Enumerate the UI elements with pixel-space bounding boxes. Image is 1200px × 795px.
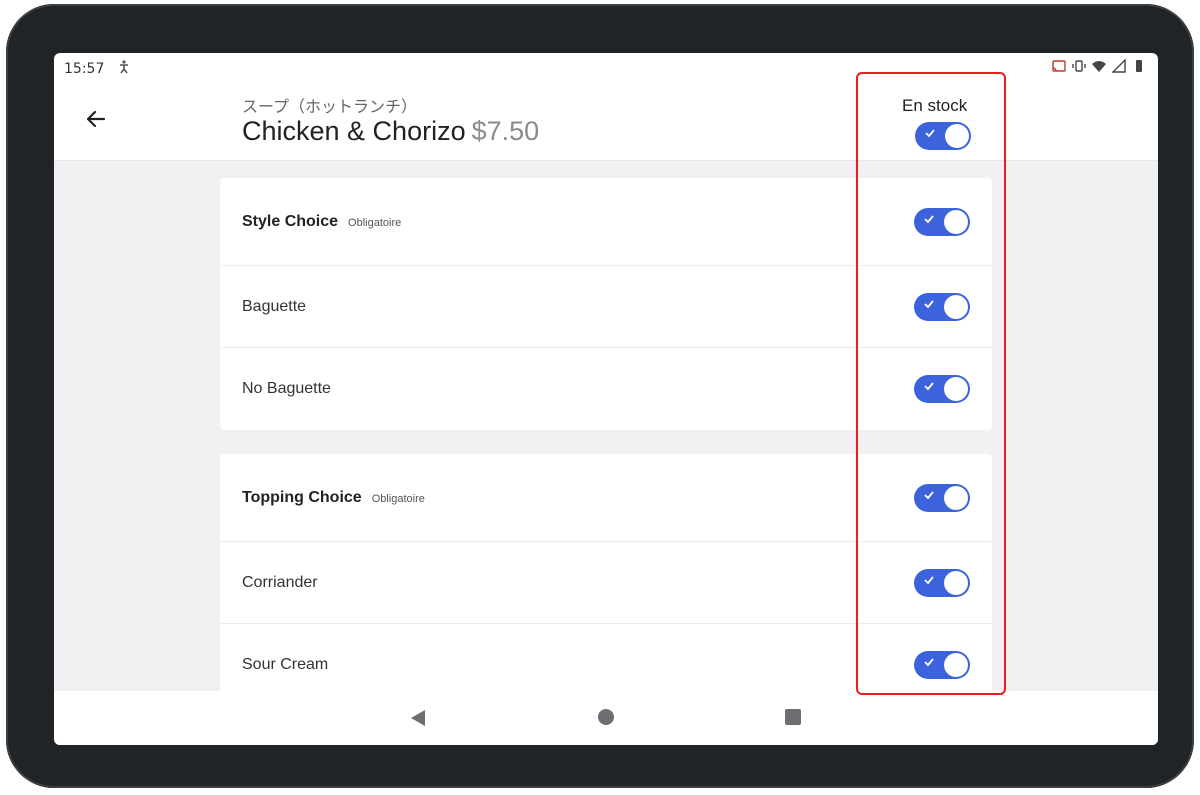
group-name: Style Choice bbox=[242, 212, 339, 230]
signal-icon bbox=[1112, 59, 1126, 73]
wifi-icon bbox=[1092, 61, 1106, 72]
group-title: Topping Choice Obligatoire bbox=[242, 489, 425, 507]
nav-bar bbox=[54, 691, 1158, 745]
required-badge: Obligatoire bbox=[348, 216, 402, 229]
battery-icon bbox=[1136, 60, 1142, 72]
highlight-box bbox=[856, 72, 1006, 695]
nav-home-icon[interactable] bbox=[598, 709, 614, 725]
vibrate-icon bbox=[1072, 60, 1086, 72]
item-price: $7.50 bbox=[471, 116, 540, 146]
nav-recents-icon[interactable] bbox=[785, 709, 801, 725]
status-icons bbox=[1052, 59, 1146, 73]
item-category: スープ（ホットランチ） bbox=[242, 97, 418, 116]
cast-icon bbox=[1052, 60, 1066, 72]
accessibility-icon bbox=[118, 60, 130, 78]
group-title: Style Choice Obligatoire bbox=[242, 213, 401, 231]
item-name: Chicken & Chorizo bbox=[242, 116, 466, 146]
status-time: 15:57 bbox=[64, 61, 105, 77]
back-arrow-icon[interactable] bbox=[82, 105, 110, 133]
option-label: No Baguette bbox=[242, 380, 331, 397]
page-title: Chicken & Chorizo $7.50 bbox=[242, 116, 539, 147]
group-name: Topping Choice bbox=[242, 488, 362, 506]
option-label: Corriander bbox=[242, 573, 318, 591]
nav-back-icon[interactable] bbox=[410, 709, 426, 727]
option-label: Baguette bbox=[242, 297, 307, 315]
required-badge: Obligatoire bbox=[371, 492, 425, 505]
tablet-frame: 15:57 スープ（ホットランチ） Chicken & Chorizo $7.50… bbox=[6, 4, 1194, 788]
option-label: Sour Cream bbox=[242, 656, 329, 673]
